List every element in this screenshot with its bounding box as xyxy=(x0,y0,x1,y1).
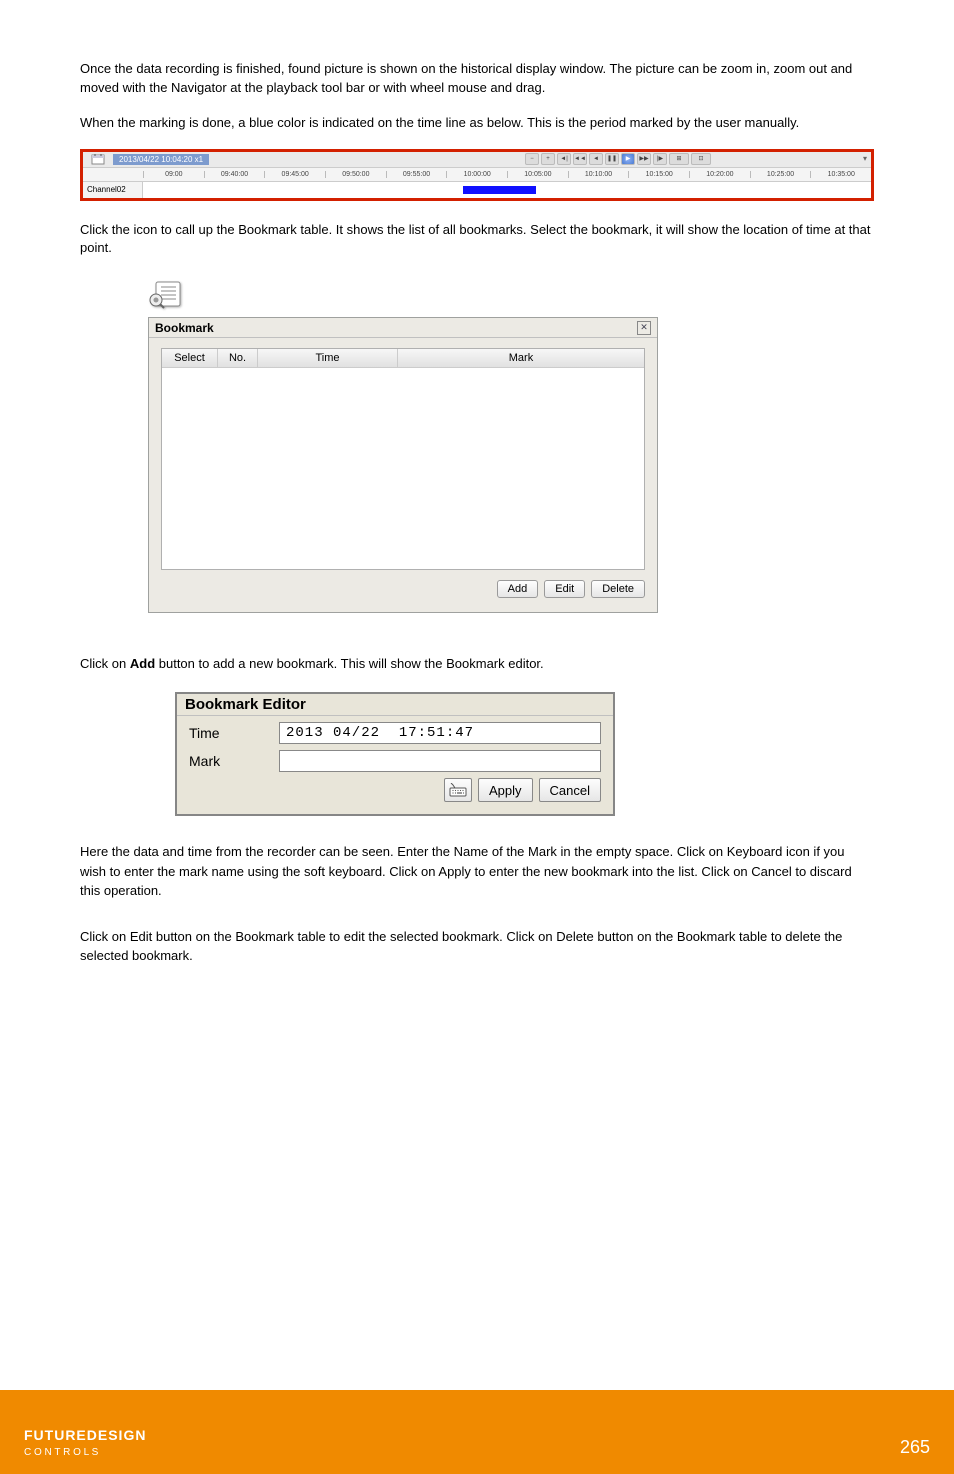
timeline-dropdown-icon[interactable]: ▾ xyxy=(863,154,867,163)
bookmark-table-body xyxy=(162,368,644,569)
ruler-tick: 09:00 xyxy=(143,171,204,178)
time-field[interactable] xyxy=(279,722,601,744)
ruler-tick: 10:00:00 xyxy=(446,171,507,178)
cancel-button[interactable]: Cancel xyxy=(539,778,601,802)
step-back-icon[interactable]: ◄ xyxy=(589,153,603,165)
timeline-track[interactable] xyxy=(143,182,871,198)
paragraph-1: Once the data recording is finished, fou… xyxy=(80,60,874,98)
ruler-tick: 10:35:00 xyxy=(810,171,871,178)
paragraph-2: When the marking is done, a blue color i… xyxy=(80,114,874,133)
bookmark-editor-panel: Bookmark Editor Time Mark xyxy=(175,692,615,816)
ruler-tick: 10:15:00 xyxy=(628,171,689,178)
page-footer: FUTUREDESIGN C O N T R O L S 265 xyxy=(0,1390,954,1474)
zoom-page-icon[interactable]: ⊡ xyxy=(691,153,711,165)
ruler-tick: 09:55:00 xyxy=(386,171,447,178)
timeline-datetime: 2013/04/22 10:04:20 x1 xyxy=(113,154,209,165)
page-number: 265 xyxy=(900,1437,930,1458)
timeline-ruler: 09:00 09:40:00 09:45:00 09:50:00 09:55:0… xyxy=(83,168,871,182)
post-paragraph-1: Here the data and time from the recorder… xyxy=(80,842,874,901)
fast-forward-icon[interactable]: ▶▶ xyxy=(637,153,651,165)
editor-titlebar: Bookmark Editor xyxy=(177,694,613,716)
bookmark-panel: Bookmark ✕ Select No. Time Mark Add Edit… xyxy=(148,317,658,613)
add-button[interactable]: Add xyxy=(497,580,539,598)
pause-icon[interactable]: ❚❚ xyxy=(605,153,619,165)
editor-title: Bookmark Editor xyxy=(185,696,306,713)
bookmark-table-header: Select No. Time Mark xyxy=(162,349,644,368)
editor-intro-bold: Add xyxy=(130,656,155,671)
ruler-tick: 10:20:00 xyxy=(689,171,750,178)
edit-button[interactable]: Edit xyxy=(544,580,585,598)
rewind-icon[interactable]: ◄◄ xyxy=(573,153,587,165)
close-icon[interactable]: ✕ xyxy=(637,321,651,335)
ruler-tick: 10:10:00 xyxy=(568,171,629,178)
zoom-fit-icon[interactable]: ⊞ xyxy=(669,153,689,165)
column-time[interactable]: Time xyxy=(258,349,398,367)
timeline-toolbar: 2013/04/22 10:04:20 x1 − + ◄| ◄◄ ◄ ❚❚ ▶ … xyxy=(83,152,871,168)
ruler-tick: 09:40:00 xyxy=(204,171,265,178)
column-select[interactable]: Select xyxy=(162,349,218,367)
bookmark-titlebar: Bookmark ✕ xyxy=(149,318,657,338)
apply-button[interactable]: Apply xyxy=(478,778,533,802)
column-no[interactable]: No. xyxy=(218,349,258,367)
zoom-out-icon[interactable]: − xyxy=(525,153,539,165)
column-mark[interactable]: Mark xyxy=(398,349,644,367)
bookmark-paragraph: Click the icon to call up the Bookmark t… xyxy=(80,221,874,259)
footer-tag: C O N T R O L S xyxy=(24,1447,900,1458)
ruler-tick: 09:50:00 xyxy=(325,171,386,178)
post-paragraph-2: Click on Edit button on the Bookmark tab… xyxy=(80,927,874,966)
footer-brand: FUTUREDESIGN xyxy=(24,1427,900,1443)
timeline-marked-region xyxy=(463,186,536,194)
channel-label: Channel02 xyxy=(83,182,143,198)
editor-intro-pre: Click on xyxy=(80,656,130,671)
calendar-icon[interactable] xyxy=(83,153,113,165)
skip-forward-icon[interactable]: |▶ xyxy=(653,153,667,165)
bookmark-table: Select No. Time Mark xyxy=(161,348,645,570)
ruler-tick: 10:25:00 xyxy=(750,171,811,178)
bookmark-toolbar-icon[interactable] xyxy=(148,280,874,313)
delete-button[interactable]: Delete xyxy=(591,580,645,598)
timeline-screenshot: 2013/04/22 10:04:20 x1 − + ◄| ◄◄ ◄ ❚❚ ▶ … xyxy=(80,149,874,201)
mark-field[interactable] xyxy=(279,750,601,772)
timeline-channel-row: Channel02 xyxy=(83,182,871,198)
ruler-tick: 09:45:00 xyxy=(264,171,325,178)
keyboard-icon[interactable] xyxy=(444,778,472,802)
time-label: Time xyxy=(189,725,279,741)
zoom-in-icon[interactable]: + xyxy=(541,153,555,165)
bookmark-title: Bookmark xyxy=(155,321,214,335)
ruler-tick: 10:05:00 xyxy=(507,171,568,178)
editor-intro: Click on Add button to add a new bookmar… xyxy=(80,655,874,674)
editor-intro-post: button to add a new bookmark. This will … xyxy=(155,656,544,671)
mark-label: Mark xyxy=(189,753,279,769)
skip-back-fast-icon[interactable]: ◄| xyxy=(557,153,571,165)
play-icon[interactable]: ▶ xyxy=(621,153,635,165)
